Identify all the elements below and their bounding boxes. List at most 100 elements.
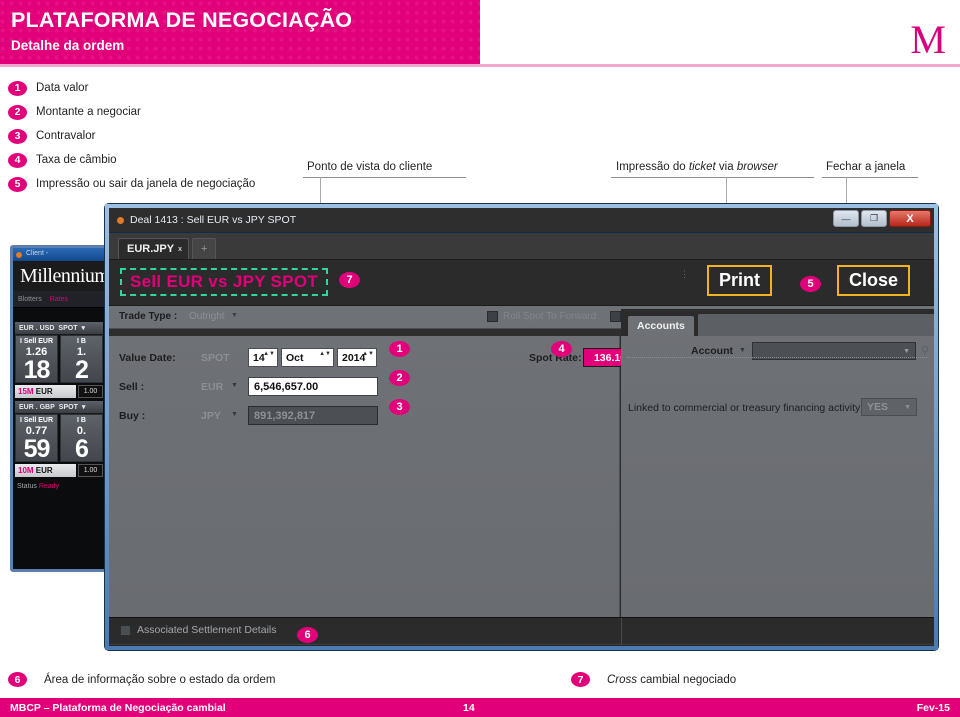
- dialog-tabstrip: EUR.JPY x +: [109, 233, 934, 260]
- divider: [627, 357, 927, 358]
- page-title: PLATAFORMA DE NEGOCIAÇÃO: [11, 8, 353, 32]
- legend-item: 2 Montante a negociar: [8, 100, 308, 124]
- dialog-title-text: Deal 1413 : Sell EUR vs JPY SPOT: [130, 214, 297, 226]
- ratio-field: 1.00: [78, 464, 103, 477]
- deal-direction-title: Sell EUR vs JPY SPOT: [120, 268, 329, 296]
- footer-page-number: 14: [463, 702, 475, 714]
- stepper-arrows-icon[interactable]: ▲▼: [319, 350, 331, 358]
- sell-amount-input[interactable]: 6,546,657.00: [248, 377, 378, 396]
- day-stepper[interactable]: 14 ▲▼: [248, 348, 278, 367]
- rate-card-amount-row: 15M EUR 1.00: [15, 385, 103, 398]
- footer-date: Fev-15: [916, 702, 950, 714]
- legend-badge: 7: [571, 672, 590, 687]
- legend-label-rest: cambial negociado: [637, 673, 737, 686]
- deal-form-panel: Value Date: SPOT 14 ▲▼ Oct ▲▼ 2014 ▲▼ Sp…: [109, 336, 637, 617]
- checkbox-roll-spot[interactable]: [487, 311, 498, 322]
- linked-activity-value: YES: [867, 401, 889, 413]
- status-dot-icon: [16, 251, 22, 258]
- sell-quote[interactable]: I Sell EUR 1.26 18: [15, 335, 58, 383]
- tab-blotters[interactable]: Blotters: [18, 296, 42, 303]
- sell-currency[interactable]: EUR: [201, 381, 223, 393]
- chevron-down-icon[interactable]: ▼: [904, 404, 911, 411]
- window-close-button[interactable]: X: [889, 210, 931, 227]
- legend-badge: 5: [8, 176, 27, 192]
- app-status-dot-icon: [117, 217, 124, 224]
- print-button[interactable]: Print: [706, 265, 772, 296]
- value-date-row: Value Date: SPOT 14 ▲▼ Oct ▲▼ 2014 ▲▼ Sp…: [109, 346, 637, 371]
- pin-6: 6: [297, 627, 318, 643]
- chevron-down-icon[interactable]: ▾: [82, 403, 86, 411]
- account-label: Account: [691, 345, 733, 357]
- currency-pair: EUR . GBP: [19, 403, 55, 411]
- chevron-down-icon[interactable]: ▼: [739, 347, 746, 354]
- close-icon[interactable]: x: [178, 246, 182, 253]
- chevron-down-icon[interactable]: ▼: [231, 312, 238, 319]
- pin-4: 4: [551, 341, 572, 357]
- search-icon[interactable]: ⚲: [921, 344, 929, 357]
- tab-eurjpy[interactable]: EUR.JPY x: [118, 238, 189, 259]
- stepper-arrows-icon[interactable]: ▲▼: [362, 350, 374, 358]
- tab-accounts[interactable]: Accounts: [628, 316, 694, 336]
- checkbox-post-trade-allocation[interactable]: [610, 311, 621, 322]
- legend-bottom: 6 Área de informação sobre o estado da o…: [8, 668, 952, 694]
- month-stepper[interactable]: Oct ▲▼: [281, 348, 334, 367]
- status-badge: Deal Logged (ID 1413): [153, 647, 270, 650]
- tab-rates[interactable]: Rates: [50, 296, 68, 303]
- callout-text-part: via: [715, 161, 737, 173]
- amount-currency: EUR: [35, 387, 53, 396]
- legend-label: Cross cambial negociado: [607, 674, 736, 686]
- tabstrip-filler: [697, 314, 934, 336]
- screenshot-composite: Client - Millennium Blotters Rates EUR .…: [0, 196, 960, 668]
- sell-quote[interactable]: I Sell EUR 0.77 59: [15, 414, 58, 462]
- pin-2: 2: [389, 370, 410, 386]
- amount-value: 10M: [18, 466, 34, 475]
- rate-card[interactable]: EUR . USD SPOT ▾ I Sell EUR 1.26 18 I B …: [15, 322, 103, 398]
- client-brand-logo: Millennium: [13, 261, 105, 291]
- chevron-down-icon[interactable]: ▼: [231, 411, 238, 418]
- month-value: Oct: [286, 351, 304, 364]
- sell-quote-label: I Sell EUR: [19, 338, 54, 345]
- tenor: SPOT: [58, 324, 78, 332]
- callout-rule: [303, 177, 466, 178]
- buy-label: Buy :: [119, 410, 146, 422]
- checkbox-roll-spot-label: Roll Spot To Forward: [503, 311, 597, 322]
- maximize-button[interactable]: ❐: [861, 210, 887, 227]
- buy-currency[interactable]: JPY: [201, 410, 221, 422]
- dialog-titlebar[interactable]: Deal 1413 : Sell EUR vs JPY SPOT — ❐ X: [109, 208, 934, 233]
- legend-badge: 1: [8, 80, 27, 96]
- rate-card-header: EUR . USD SPOT ▾: [15, 322, 103, 335]
- callout-print-ticket: Impressão do ticket via browser: [616, 161, 778, 173]
- add-tab-button[interactable]: +: [191, 238, 217, 259]
- client-panel-status: Status Ready: [13, 483, 105, 490]
- chevron-down-icon[interactable]: ▾: [81, 324, 85, 332]
- legend-label: Impressão ou sair da janela de negociaçã…: [36, 178, 256, 190]
- year-stepper[interactable]: 2014 ▲▼: [337, 348, 377, 367]
- callout-rule: [611, 177, 814, 178]
- close-button[interactable]: Close: [836, 265, 910, 296]
- chevron-down-icon[interactable]: ▼: [903, 348, 910, 355]
- legend-label-em: Cross: [607, 673, 638, 686]
- trade-type-value[interactable]: Outright: [189, 311, 225, 322]
- tenor: SPOT: [58, 403, 78, 411]
- callout-text-em: ticket: [688, 161, 716, 173]
- stepper-arrows-icon[interactable]: ▲▼: [263, 350, 275, 358]
- buy-quote[interactable]: I B 1. 2: [60, 335, 103, 383]
- accounts-tabstrip: Accounts: [621, 309, 934, 336]
- legend-badge: 3: [8, 128, 27, 144]
- rate-card[interactable]: EUR . GBP SPOT ▾ I Sell EUR 0.77 59 I B …: [15, 401, 103, 477]
- rate-card-quotes: I Sell EUR 0.77 59 I B 0. 6: [15, 414, 103, 462]
- legend-label: Taxa de câmbio: [36, 154, 117, 166]
- minimize-button[interactable]: —: [833, 210, 859, 227]
- dialog-statusbar: Status Deal Logged (ID 1413) ⋮: [109, 644, 934, 650]
- linked-activity-select[interactable]: YES ▼: [861, 398, 917, 416]
- legend-item: 6 Área de informação sobre o estado da o…: [8, 672, 275, 687]
- buy-quote[interactable]: I B 0. 6: [60, 414, 103, 462]
- panel-spacer: [13, 308, 105, 322]
- amount-field[interactable]: 10M EUR: [15, 464, 76, 477]
- chevron-down-icon[interactable]: ▼: [231, 382, 238, 389]
- legend-item: 7 Cross cambial negociado: [571, 672, 736, 687]
- amount-field[interactable]: 15M EUR: [15, 385, 76, 398]
- sell-quote-pips: 18: [23, 356, 51, 384]
- slide-footer: MBCP – Plataforma de Negociação cambial …: [0, 698, 960, 717]
- linked-activity-label: Linked to commercial or treasury financi…: [628, 402, 861, 414]
